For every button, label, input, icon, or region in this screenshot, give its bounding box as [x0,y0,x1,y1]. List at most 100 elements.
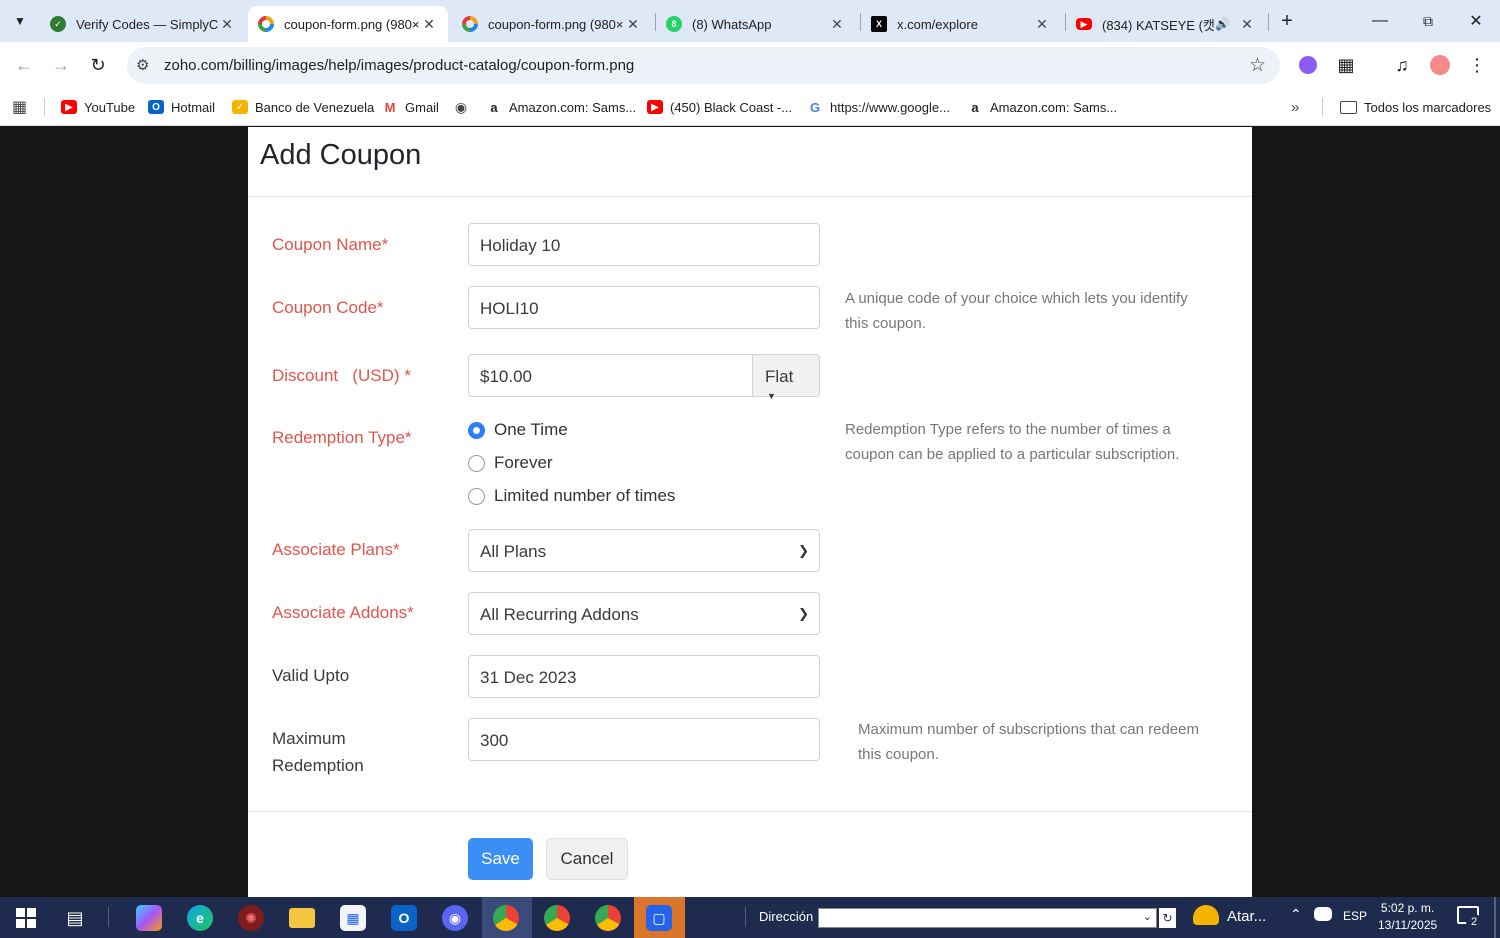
max-redemption-input[interactable]: 300 [468,718,820,761]
extension-app-icon[interactable] [1296,53,1320,77]
clock[interactable]: 5:02 p. m. 13/11/2025 [1378,900,1437,934]
speaker-icon[interactable]: 🔊 [1215,17,1230,31]
puzzle-extensions-icon[interactable]: ▦ [1334,53,1358,77]
chrome-icon[interactable] [493,905,519,931]
bookmark-label: Banco de Venezuela [255,99,375,115]
valid-upto-label: Valid Upto [272,666,350,685]
windows-start-icon[interactable] [13,905,39,931]
outlook-icon: O [148,100,164,114]
bookmarks-separator [1322,98,1323,116]
edge-icon[interactable]: e [187,905,213,931]
media-controls-icon[interactable]: ♫ [1390,53,1414,77]
roblox-icon[interactable]: ▢ [646,905,672,931]
tab-search-chevron-icon[interactable]: ▼ [8,9,32,33]
outlook-icon[interactable]: O [391,905,417,931]
close-icon[interactable]: ✕ [1238,16,1256,33]
more-bookmarks-icon[interactable]: » [1291,97,1299,117]
avatar[interactable] [1428,53,1452,77]
radio-one-time[interactable]: One Time [468,420,568,440]
address-bar[interactable]: ⚙ zoho.com/billing/images/help/images/pr… [127,47,1280,84]
whatsapp-icon: 8 [666,16,682,32]
coupon-name-input[interactable]: Holiday 10 [468,223,820,266]
coupon-code-label: Coupon Code* [272,298,384,317]
tab-3[interactable]: 8 (8) WhatsApp ✕ [656,6,856,42]
bookmark-star-icon[interactable]: ☆ [1249,54,1266,77]
select-value: All Plans [480,542,547,561]
bookmark-item[interactable]: a Amazon.com: Sams... [967,97,1117,117]
tab-4[interactable]: X x.com/explore ✕ [861,6,1061,42]
youtube-icon: ▶ [1076,18,1092,30]
address-toolbar-input[interactable]: ⌄ [818,908,1157,928]
bookmark-item[interactable]: G https://www.google... [807,97,950,117]
valid-upto-input[interactable]: 31 Dec 2023 [468,655,820,698]
tab-1[interactable]: coupon-form.png (980× ✕ [248,6,448,42]
close-icon[interactable]: ✕ [218,16,236,33]
cancel-button[interactable]: Cancel [546,838,628,880]
taskbar-separator [108,907,109,927]
zoho-icon [258,16,274,32]
all-bookmarks-folder[interactable]: Todos los marcadores [1340,97,1491,117]
store-icon[interactable]: ▦ [340,905,366,931]
close-window-icon[interactable]: ✕ [1456,8,1496,34]
tab-2[interactable]: coupon-form.png (980× ✕ [452,6,652,42]
associate-plans-select[interactable]: All Plans ❯ [468,529,820,572]
close-icon[interactable]: ✕ [624,16,642,33]
close-icon[interactable]: ✕ [1033,16,1051,33]
bookmark-item[interactable]: M Gmail [382,97,439,117]
google-icon: G [807,100,823,115]
browser-toolbar: ← → ↻ ⚙ zoho.com/billing/images/help/ima… [0,42,1500,88]
youtube-icon: ▶ [61,100,77,114]
bookmark-item[interactable]: O Hotmail [148,97,215,117]
associate-addons-label: Associate Addons* [272,603,414,622]
close-icon[interactable]: ✕ [420,16,438,33]
chrome-profile-2-icon[interactable] [595,905,621,931]
copilot-icon[interactable] [136,905,162,931]
discount-type-dropdown[interactable]: Flat ▼ [752,354,820,401]
url-text[interactable]: zoho.com/billing/images/help/images/prod… [164,57,634,74]
tab-5[interactable]: ▶ (834) KATSEYE (캣츠 🔊 ✕ [1066,6,1266,42]
chrome-profile-icon[interactable] [544,905,570,931]
new-tab-icon[interactable]: + [1275,9,1299,33]
apps-grid-icon[interactable]: ▦ [12,97,27,117]
bookmark-label: Gmail [405,99,439,115]
tab-0[interactable]: ✓ Verify Codes — SimplyC ✕ [40,6,246,42]
back-icon[interactable]: ← [12,53,36,77]
weather-label[interactable]: Atar... [1227,908,1266,925]
bookmark-label: Hotmail [171,99,216,115]
restore-icon[interactable]: ⧉ [1408,8,1448,34]
radio-unchecked-icon[interactable] [468,454,485,472]
select-value: All Recurring Addons [480,605,639,624]
davinci-icon[interactable]: ✺ [238,905,264,931]
chevron-down-icon[interactable]: ⌄ [1143,910,1152,923]
bookmark-item[interactable]: a Amazon.com: Sams... [486,97,636,117]
refresh-icon[interactable]: ↻ [1159,908,1176,928]
discord-tray-icon[interactable] [1314,907,1332,921]
bookmark-item[interactable]: ▶ YouTube [61,97,135,117]
show-desktop-strip[interactable] [1494,897,1496,938]
save-button[interactable]: Save [468,838,533,880]
radio-unchecked-icon[interactable] [468,487,485,505]
weather-icon[interactable] [1193,905,1219,925]
coupon-code-input[interactable]: HOLI10 [468,286,820,329]
language-indicator[interactable]: ESP [1343,909,1367,923]
page-title: Add Coupon [260,139,422,171]
minimize-icon[interactable]: — [1360,8,1400,34]
forward-icon[interactable]: → [49,53,73,77]
radio-checked-icon[interactable] [468,421,485,439]
bookmark-item[interactable]: ✓ Banco de Venezuela [232,97,374,117]
site-info-icon[interactable]: ⚙ [136,56,149,74]
bookmark-item[interactable]: ◉ [453,97,476,117]
bookmark-item[interactable]: ▶ (450) Black Coast -... [647,97,792,117]
task-view-icon[interactable]: ▤ [62,905,88,931]
more-menu-icon[interactable]: ⋮ [1465,53,1489,77]
reload-icon[interactable]: ↻ [86,53,110,77]
show-hidden-icons-icon[interactable]: ⌃ [1290,906,1302,923]
associate-addons-select[interactable]: All Recurring Addons ❯ [468,592,820,635]
radio-limited[interactable]: Limited number of times [468,486,675,506]
file-explorer-icon[interactable] [289,908,315,928]
discord-icon[interactable]: ◉ [442,905,468,931]
discount-input[interactable]: $10.00 [468,354,754,397]
divider [248,811,1252,812]
close-icon[interactable]: ✕ [828,16,846,33]
radio-forever[interactable]: Forever [468,453,553,473]
